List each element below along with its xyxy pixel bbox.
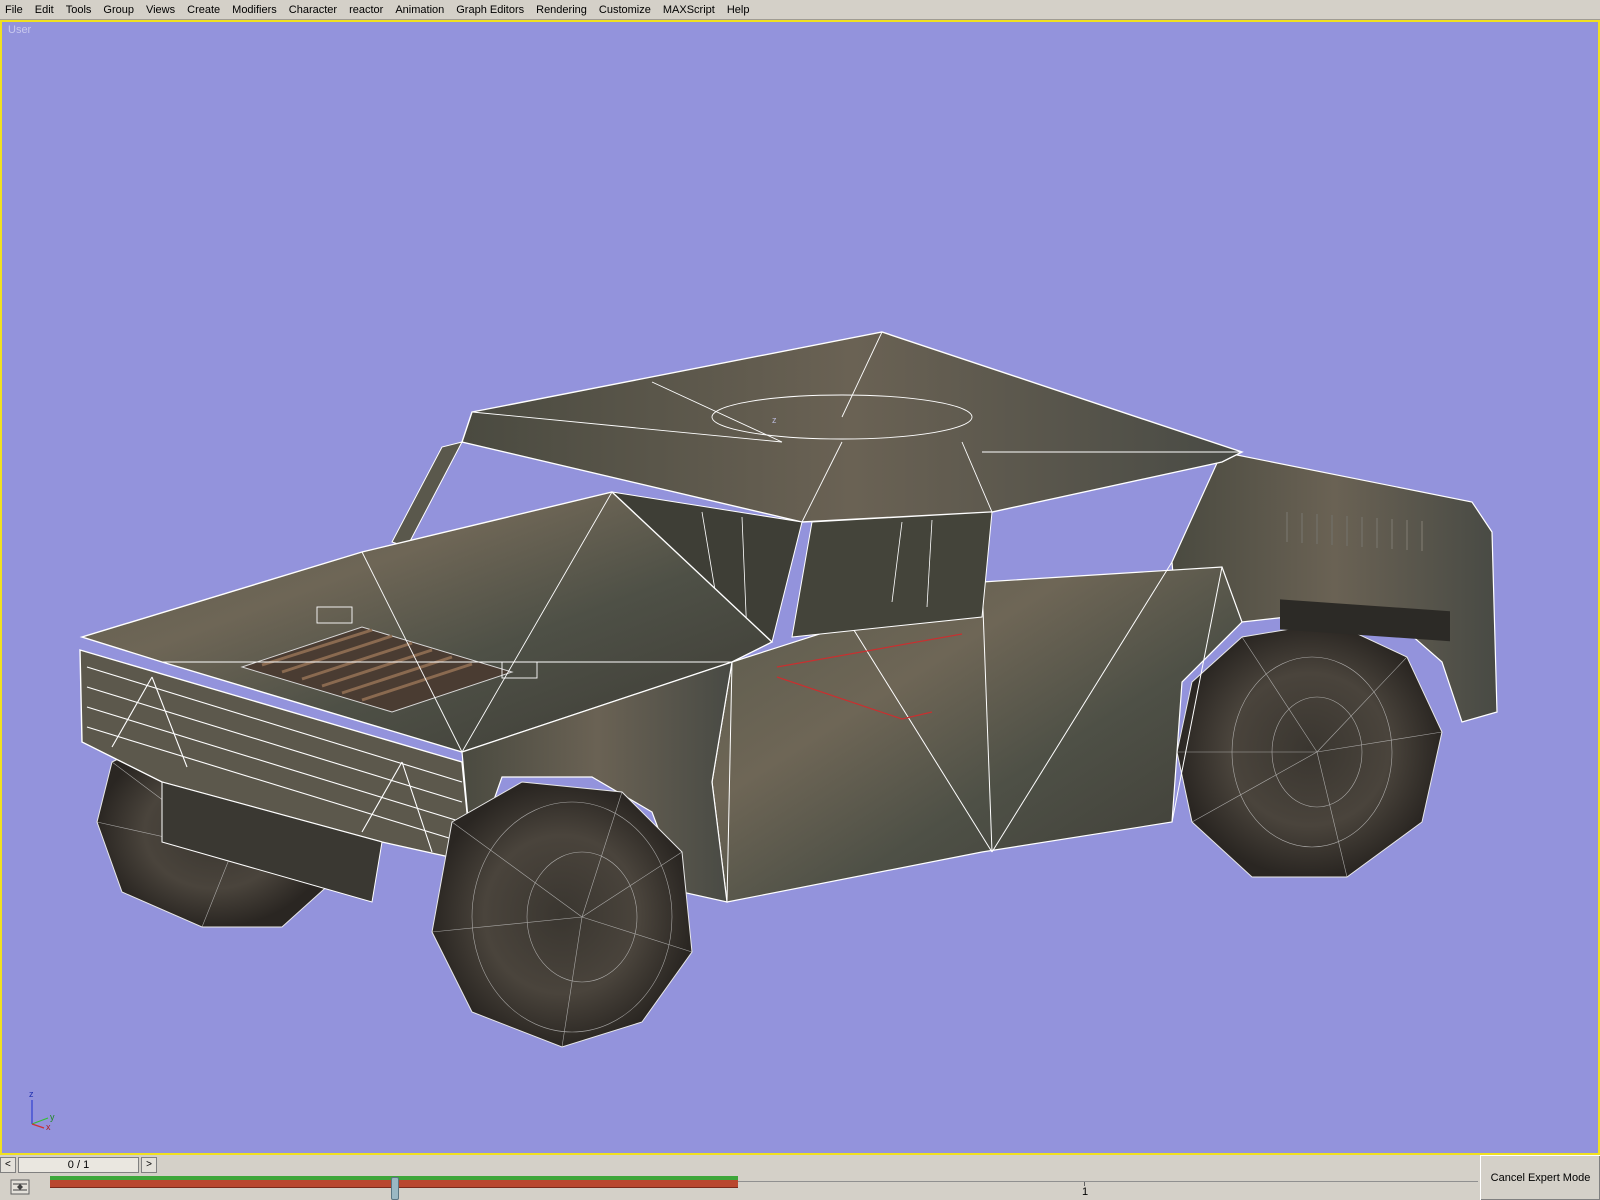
next-frame-button[interactable]: > (141, 1157, 157, 1173)
roof: z (461, 331, 1244, 523)
trackbar-timeline[interactable] (738, 1181, 1478, 1182)
menu-help[interactable]: Help (721, 0, 756, 20)
x-axis-label: x (46, 1122, 51, 1130)
menu-edit[interactable]: Edit (29, 0, 60, 20)
prev-frame-button[interactable]: < (0, 1157, 16, 1173)
menu-bar: File Edit Tools Group Views Create Modif… (0, 0, 1600, 20)
humvee-model[interactable]: z (2, 22, 1598, 1153)
frame-readout[interactable]: 0 / 1 (17, 1157, 140, 1173)
rear-right-wheel (1176, 621, 1443, 878)
frame-tick-label: 1 (1082, 1186, 1089, 1198)
menu-reactor[interactable]: reactor (343, 0, 389, 20)
cancel-expert-mode-button[interactable]: Cancel Expert Mode (1480, 1155, 1600, 1200)
z-axis-label: z (29, 1089, 34, 1099)
menu-views[interactable]: Views (140, 0, 181, 20)
menu-rendering[interactable]: Rendering (530, 0, 593, 20)
key-filter-icon[interactable] (10, 1179, 30, 1195)
menu-character[interactable]: Character (283, 0, 343, 20)
axis-gizmo: z y x (29, 1089, 55, 1130)
menu-modifiers[interactable]: Modifiers (226, 0, 283, 20)
menu-maxscript[interactable]: MAXScript (657, 0, 721, 20)
x-axis-line (31, 1123, 45, 1129)
current-frame-marker[interactable] (391, 1177, 399, 1200)
front-right-wheel (431, 781, 693, 1048)
trackbar: < 0 / 1 > 1 (0, 1155, 1480, 1200)
menu-file[interactable]: File (0, 0, 29, 20)
menu-group[interactable]: Group (97, 0, 140, 20)
menu-animation[interactable]: Animation (389, 0, 450, 20)
menu-customize[interactable]: Customize (593, 0, 657, 20)
y-axis-label: y (50, 1112, 55, 1122)
time-slider[interactable]: < 0 / 1 > (0, 1156, 157, 1174)
menu-tools[interactable]: Tools (60, 0, 98, 20)
menu-create[interactable]: Create (181, 0, 226, 20)
menu-graph-editors[interactable]: Graph Editors (450, 0, 530, 20)
user-viewport[interactable]: User z z y x (0, 20, 1600, 1155)
svg-text:z: z (772, 415, 777, 425)
